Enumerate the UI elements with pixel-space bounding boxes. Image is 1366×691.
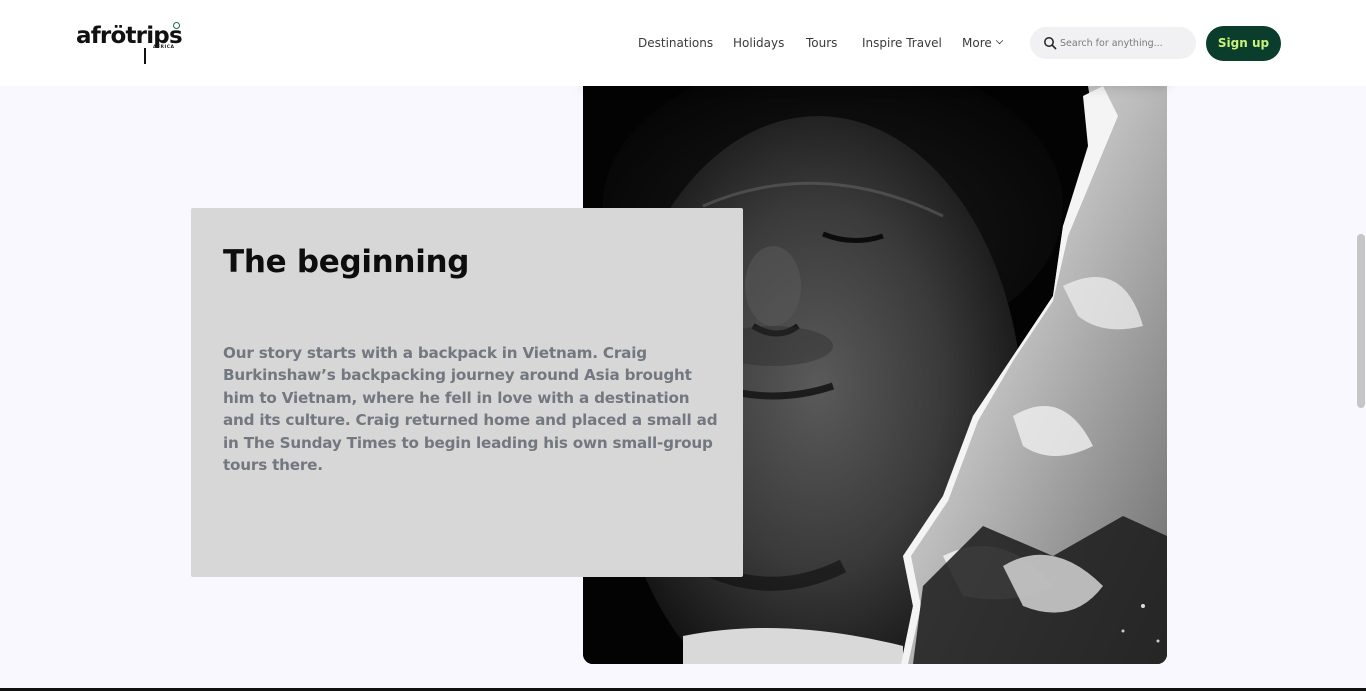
nav-item-destinations[interactable]: Destinations — [638, 35, 713, 51]
logo-subtitle: AFRICA — [153, 45, 175, 50]
logo-stem — [144, 48, 146, 64]
nav-item-tours[interactable]: Tours — [806, 35, 837, 51]
site-header: afrötrips AFRICA Destinations Holidays T… — [0, 0, 1366, 86]
search-box[interactable] — [1030, 27, 1196, 59]
page-scrollbar[interactable] — [1357, 234, 1365, 408]
logo-ring-icon — [173, 22, 180, 29]
story-card: The beginning Our story starts with a ba… — [191, 208, 743, 577]
nav-item-more[interactable]: More — [962, 35, 1003, 51]
nav-item-holidays[interactable]: Holidays — [733, 35, 784, 51]
chevron-down-icon — [995, 36, 1003, 45]
nav-item-inspire-travel[interactable]: Inspire Travel — [862, 35, 942, 51]
story-body: Our story starts with a backpack in Viet… — [223, 344, 718, 475]
search-icon — [1044, 37, 1057, 50]
search-input[interactable] — [1060, 33, 1190, 53]
logo[interactable]: afrötrips AFRICA — [76, 20, 186, 66]
sign-up-button[interactable]: Sign up — [1206, 26, 1281, 61]
story-title: The beginning — [223, 244, 470, 280]
nav-item-more-label: More — [962, 36, 992, 50]
